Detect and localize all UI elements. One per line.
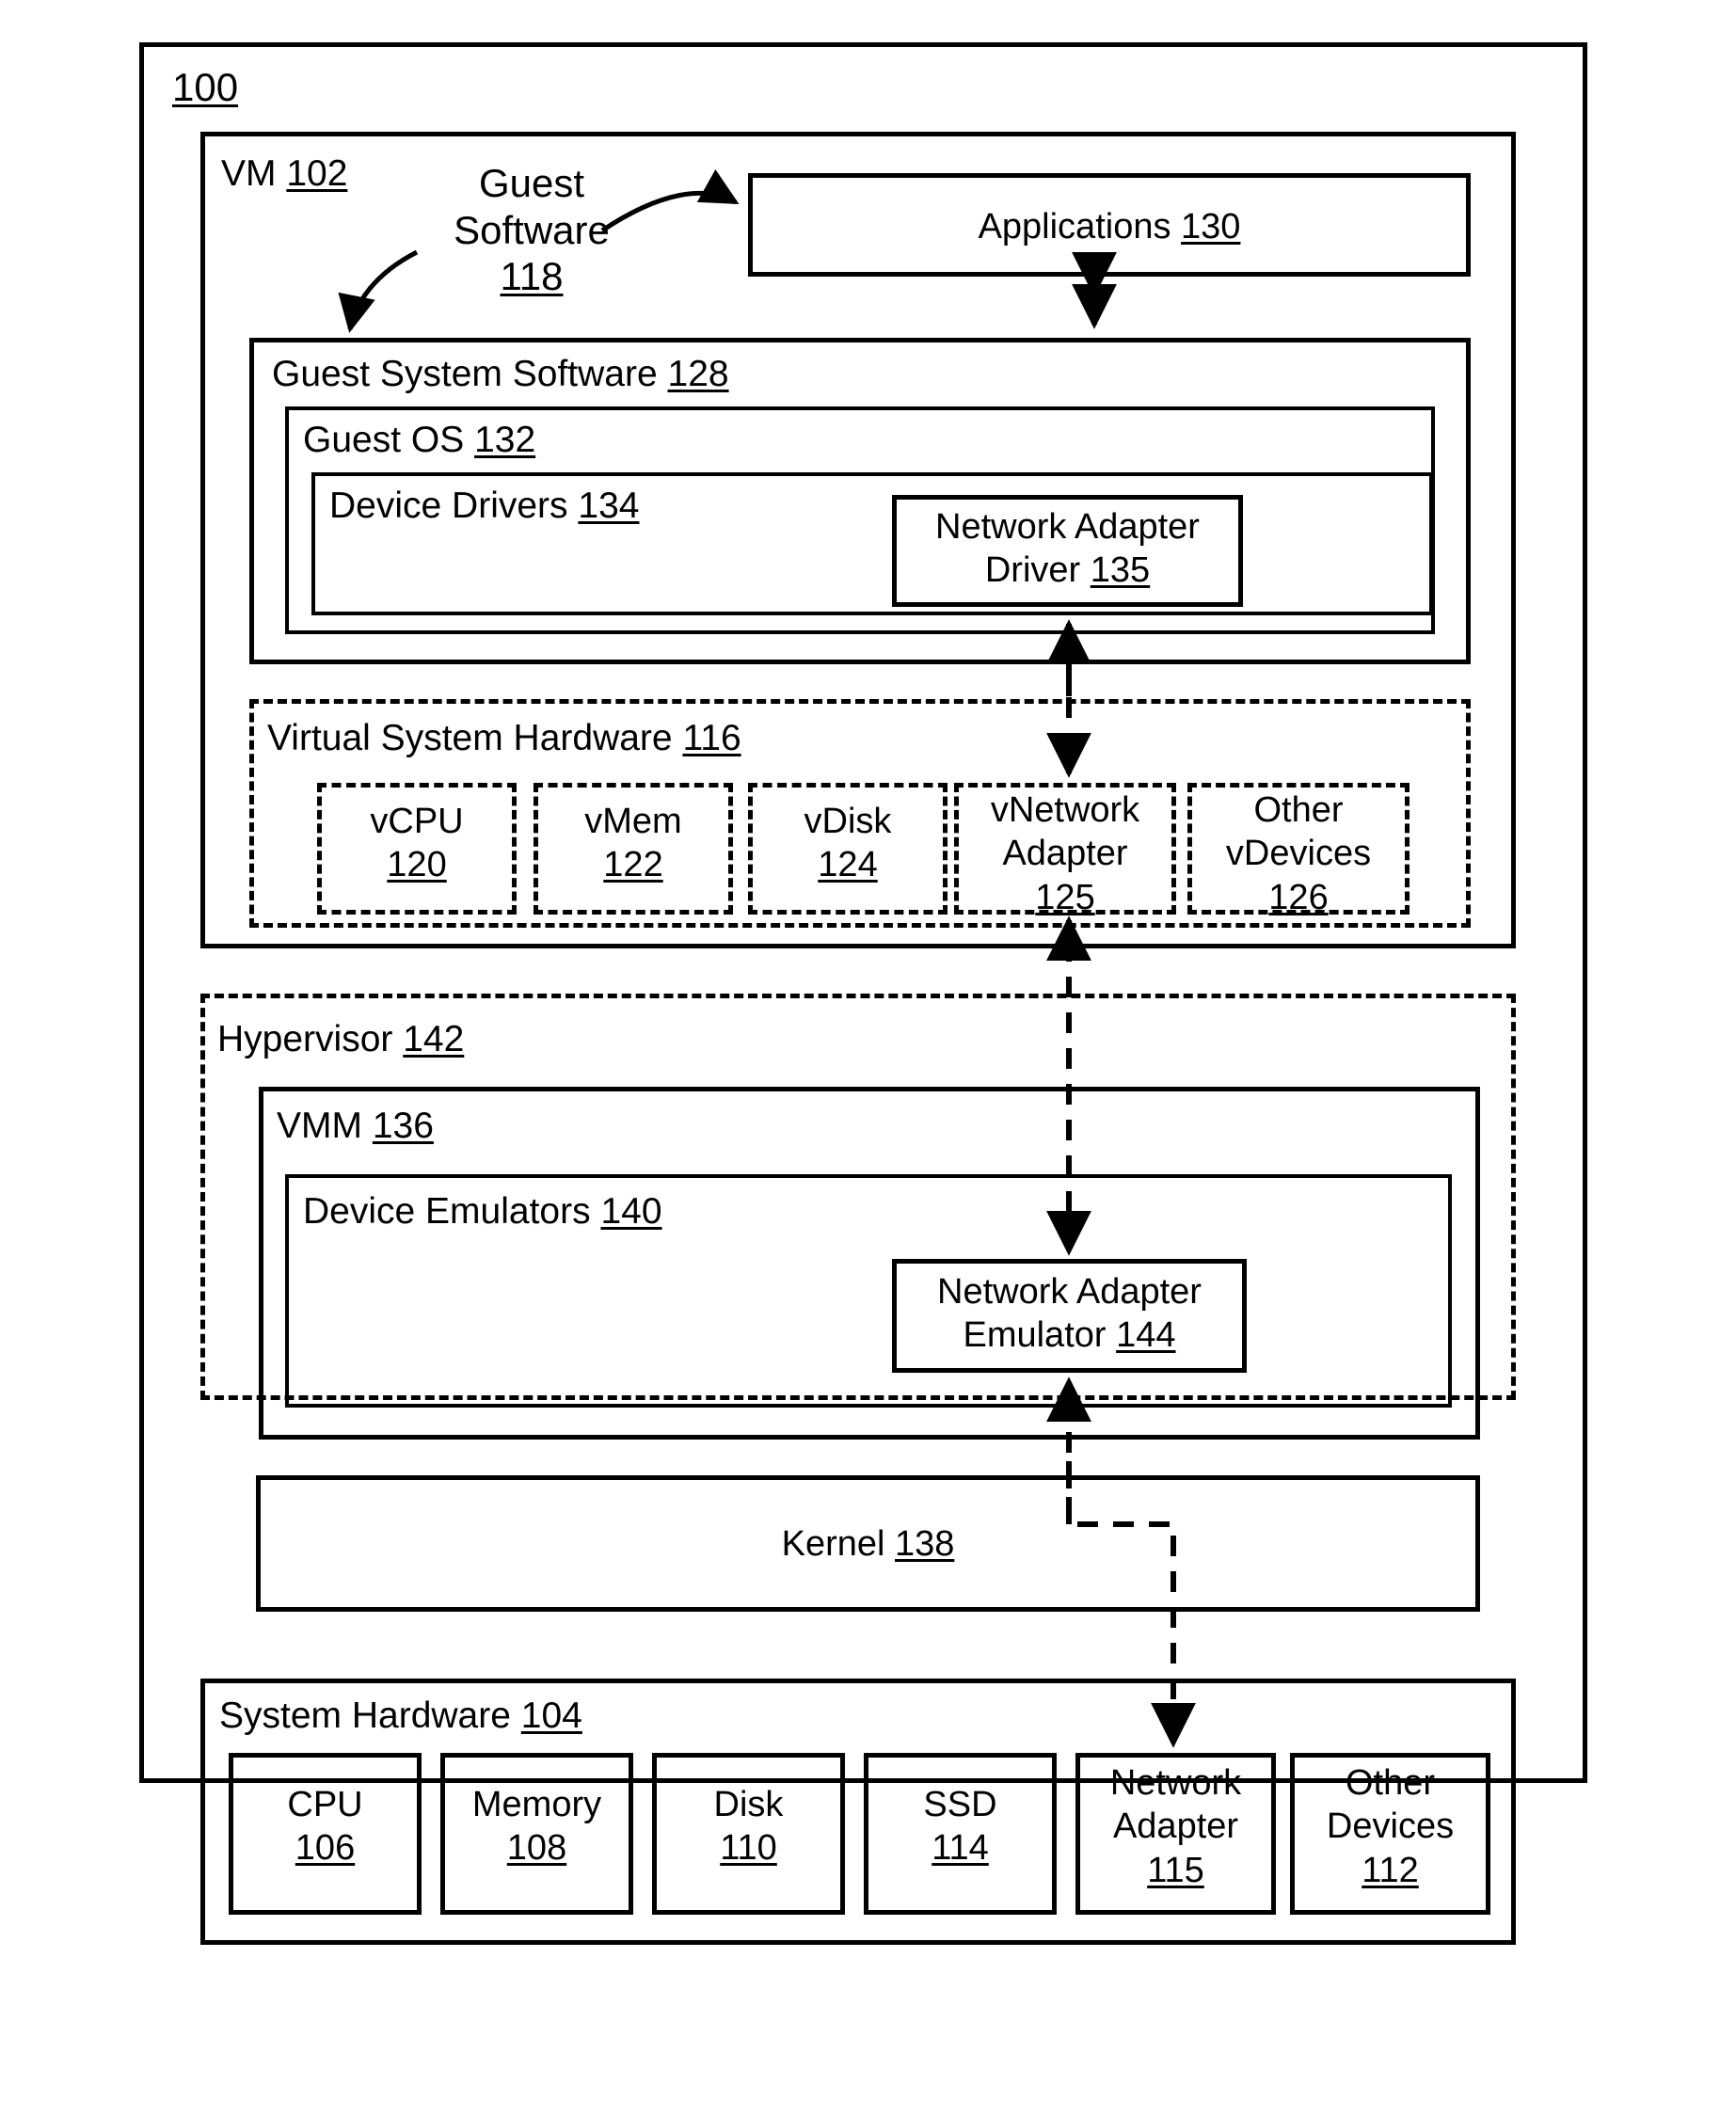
vm-label: VM 102 (221, 155, 347, 192)
hypervisor-label: Hypervisor 142 (217, 1021, 464, 1058)
hardware-network-line-2: Adapter (1112, 1807, 1239, 1847)
vdevice-label-vcpu: vCPU 120 (317, 800, 517, 887)
guest-system-software-label-text: Guest System Software (272, 354, 658, 394)
vmm-label-text: VMM (277, 1106, 362, 1146)
hardware-other-line-2: Devices (1326, 1807, 1455, 1847)
vdevice-vnetwork-line-2: Adapter (1002, 834, 1128, 874)
hardware-disk-line-1: Disk (713, 1785, 784, 1824)
network-adapter-driver-line-2: Driver (984, 550, 1081, 591)
applications-ref: 130 (1181, 207, 1241, 247)
vdevice-vnetwork-ref: 125 (1035, 877, 1095, 917)
vdevice-other-line-2: vDevices (1225, 834, 1372, 874)
vm-label-text: VM (221, 153, 277, 194)
device-emulators-ref: 140 (600, 1191, 662, 1232)
vdevice-vnetwork-line-1: vNetwork (990, 790, 1140, 830)
system-hardware-label-text: System Hardware (219, 1695, 511, 1736)
hardware-other-ref: 112 (1362, 1850, 1419, 1890)
hardware-label-network-adapter: Network Adapter 115 (1075, 1761, 1276, 1892)
hardware-disk-ref: 110 (720, 1828, 777, 1869)
vdevice-vmem-line-1: vMem (584, 802, 682, 841)
hardware-label-memory: Memory 108 (440, 1783, 633, 1870)
vmm-label: VMM 136 (277, 1107, 434, 1144)
network-adapter-emulator-ref: 144 (1116, 1315, 1176, 1356)
network-adapter-driver-line-1: Network Adapter (935, 507, 1200, 547)
network-adapter-driver-ref: 135 (1090, 550, 1151, 591)
hardware-memory-ref: 108 (506, 1828, 567, 1869)
network-adapter-emulator-line-2: Emulator (963, 1315, 1107, 1356)
device-drivers-label-text: Device Drivers (329, 485, 568, 526)
hardware-label-ssd: SSD 114 (864, 1783, 1057, 1870)
vdevice-label-vmem: vMem 122 (534, 800, 733, 887)
vdevice-vdisk-ref: 124 (818, 845, 878, 885)
vm-ref: 102 (286, 153, 348, 194)
vdevice-label-vdisk: vDisk 124 (748, 800, 948, 887)
hardware-label-disk: Disk 110 (652, 1783, 845, 1870)
virtual-system-hardware-label: Virtual System Hardware 116 (267, 720, 741, 756)
guest-system-software-ref: 128 (667, 354, 729, 394)
vmm-ref: 136 (372, 1106, 434, 1146)
callout-line-1: Guest (478, 161, 585, 205)
hardware-memory-line-1: Memory (471, 1785, 602, 1824)
vdevice-vcpu-ref: 120 (387, 845, 447, 885)
vdevice-label-vnetwork-adapter: vNetwork Adapter 125 (954, 788, 1176, 919)
kernel-label-text: Kernel (781, 1524, 885, 1564)
guest-os-label: Guest OS 132 (303, 422, 535, 458)
vdevice-other-line-1: Other (1253, 790, 1344, 830)
vdevice-other-ref: 126 (1268, 877, 1329, 917)
guest-software-callout: Guest Software 118 (409, 160, 654, 300)
device-emulators-label: Device Emulators 140 (303, 1193, 662, 1230)
vdevice-vmem-ref: 122 (603, 845, 663, 885)
figure-number-100: 100 (172, 65, 239, 109)
network-adapter-driver-label: Network Adapter Driver 135 (892, 505, 1243, 593)
network-adapter-emulator-label: Network Adapter Emulator 144 (892, 1270, 1247, 1358)
virtual-system-hardware-label-text: Virtual System Hardware (267, 718, 673, 758)
applications-label: Applications 130 (748, 205, 1471, 248)
vdevice-vcpu-line-1: vCPU (370, 802, 464, 841)
hardware-network-ref: 115 (1147, 1850, 1204, 1890)
device-drivers-label: Device Drivers 134 (329, 487, 639, 524)
guest-os-ref: 132 (474, 420, 536, 460)
hardware-ssd-line-1: SSD (923, 1785, 997, 1824)
callout-line-2: Software (454, 207, 610, 252)
hardware-cpu-line-1: CPU (287, 1785, 363, 1824)
hardware-network-line-1: Network (1109, 1763, 1242, 1803)
guest-system-software-label: Guest System Software 128 (272, 356, 729, 392)
device-emulators-label-text: Device Emulators (303, 1191, 591, 1232)
hardware-ssd-ref: 114 (932, 1828, 989, 1869)
hypervisor-ref: 142 (403, 1019, 465, 1059)
system-hardware-label: System Hardware 104 (219, 1697, 582, 1734)
hardware-label-cpu: CPU 106 (229, 1783, 422, 1870)
network-adapter-emulator-line-1: Network Adapter (937, 1272, 1202, 1312)
virtual-system-hardware-ref: 116 (682, 718, 741, 758)
vdevice-vdisk-line-1: vDisk (804, 802, 892, 841)
guest-os-label-text: Guest OS (303, 420, 465, 460)
hardware-label-other-devices: Other Devices 112 (1290, 1761, 1490, 1892)
hardware-other-line-1: Other (1345, 1763, 1436, 1803)
vdevice-label-other-vdevices: Other vDevices 126 (1187, 788, 1410, 919)
hardware-cpu-ref: 106 (295, 1828, 356, 1869)
figure-canvas: 100 VM 102 Guest Software 118 Applicatio… (0, 0, 1736, 2101)
callout-ref-118: 118 (500, 254, 564, 299)
system-hardware-ref: 104 (520, 1695, 582, 1736)
hypervisor-label-text: Hypervisor (217, 1019, 393, 1059)
device-drivers-ref: 134 (578, 485, 640, 526)
applications-label-text: Applications (978, 207, 1171, 247)
kernel-label: Kernel 138 (256, 1522, 1480, 1566)
kernel-ref: 138 (895, 1524, 955, 1564)
